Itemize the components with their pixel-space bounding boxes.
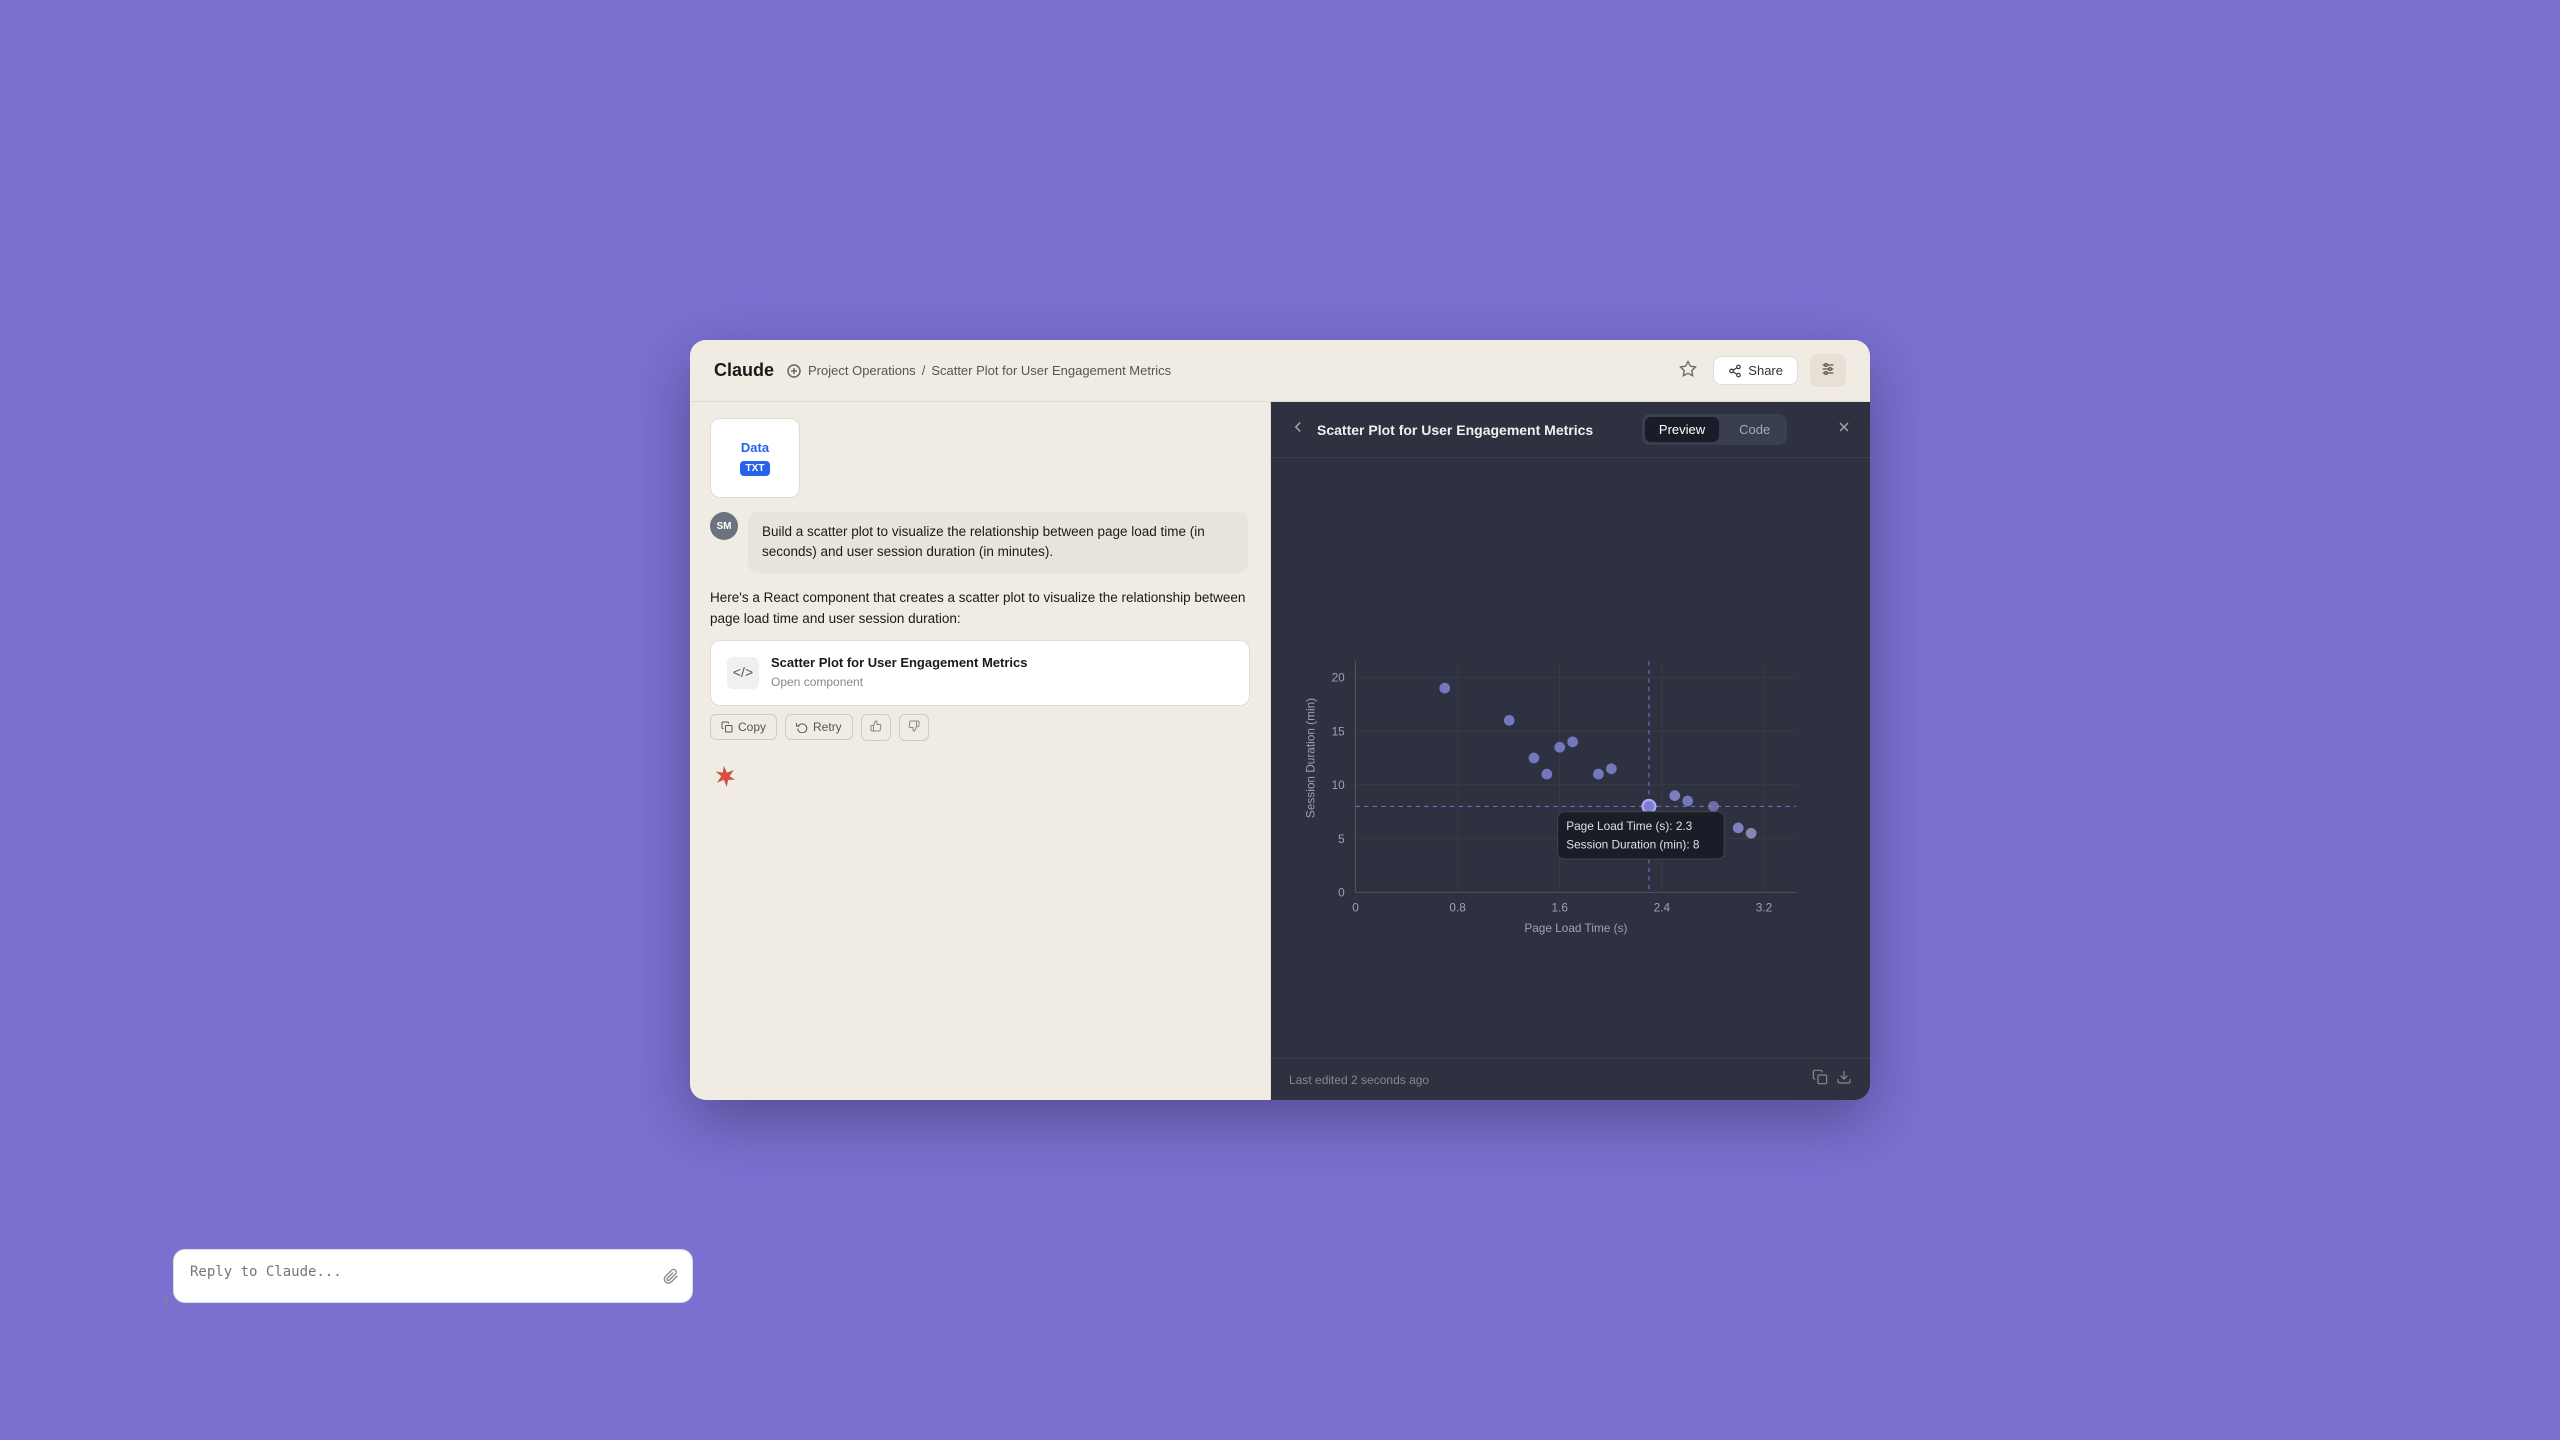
svg-text:2.4: 2.4 [1654, 901, 1671, 915]
assistant-response: Here's a React component that creates a … [710, 587, 1250, 741]
retry-label: Retry [813, 720, 842, 734]
copy-icon [721, 721, 733, 733]
preview-title-area: Scatter Plot for User Engagement Metrics [1289, 418, 1593, 441]
share-label: Share [1748, 363, 1783, 378]
settings-button[interactable] [1810, 354, 1846, 387]
main-window: Claude Project Operations / Scatter Plot… [690, 340, 1870, 1100]
close-preview-button[interactable] [1836, 419, 1852, 440]
svg-text:0: 0 [1338, 886, 1345, 900]
component-title: Scatter Plot for User Engagement Metrics [771, 653, 1233, 674]
component-card[interactable]: </> Scatter Plot for User Engagement Met… [710, 640, 1250, 706]
svg-text:15: 15 [1332, 724, 1346, 738]
thumbs-down-icon [908, 720, 920, 732]
txt-badge: TXT [740, 461, 771, 476]
chart-container: Session Duration (min) [1291, 478, 1850, 1038]
scatter-chart: Session Duration (min) [1291, 478, 1850, 1038]
duplicate-button[interactable] [1812, 1069, 1828, 1090]
breadcrumb-project: Project Operations [808, 363, 916, 378]
assistant-text: Here's a React component that creates a … [710, 587, 1250, 630]
duplicate-icon [1812, 1069, 1828, 1085]
preview-panel: Scatter Plot for User Engagement Metrics… [1270, 402, 1870, 1100]
breadcrumb-separator: / [922, 363, 926, 378]
share-button[interactable]: Share [1713, 356, 1798, 385]
download-icon [1836, 1069, 1852, 1085]
svg-text:20: 20 [1332, 671, 1346, 685]
component-subtitle: Open component [771, 673, 1233, 692]
svg-text:3.2: 3.2 [1756, 901, 1772, 915]
user-message: SM Build a scatter plot to visualize the… [710, 512, 1250, 573]
project-icon [786, 363, 802, 379]
svg-text:0: 0 [1352, 901, 1359, 915]
thumbs-up-button[interactable] [861, 714, 891, 741]
retry-icon [796, 721, 808, 733]
back-icon [1289, 418, 1307, 436]
retry-button[interactable]: Retry [785, 714, 853, 740]
header-left: Claude Project Operations / Scatter Plot… [714, 360, 1171, 381]
claude-logo-icon [710, 763, 738, 791]
tab-preview[interactable]: Preview [1645, 417, 1719, 442]
last-edited-text: Last edited 2 seconds ago [1289, 1073, 1429, 1087]
thumbs-up-icon [870, 720, 882, 732]
breadcrumb: Project Operations / Scatter Plot for Us… [786, 363, 1171, 379]
share-icon [1728, 364, 1742, 378]
component-icon: </> [727, 657, 759, 689]
content-area: Data TXT SM Build a scatter plot to visu… [690, 402, 1870, 1100]
data-file-label: Data [741, 440, 769, 455]
close-icon [1836, 419, 1852, 435]
preview-tabs: Preview Code [1642, 414, 1787, 445]
svg-text:5: 5 [1338, 832, 1345, 846]
preview-header: Scatter Plot for User Engagement Metrics… [1271, 402, 1870, 458]
app-logo: Claude [714, 360, 774, 381]
svg-text:Page Load Time (s): Page Load Time (s) [1524, 921, 1627, 935]
svg-text:Page Load Time (s): 2.3: Page Load Time (s): 2.3 [1566, 819, 1692, 833]
svg-text:10: 10 [1332, 778, 1346, 792]
app-header: Claude Project Operations / Scatter Plot… [690, 340, 1870, 402]
claude-thinking [710, 763, 1250, 796]
back-button[interactable] [1289, 418, 1307, 441]
action-bar: Copy Retry [710, 714, 1250, 741]
data-file-card[interactable]: Data TXT [710, 418, 800, 498]
chat-panel: Data TXT SM Build a scatter plot to visu… [690, 402, 1270, 1100]
preview-panel-title: Scatter Plot for User Engagement Metrics [1317, 422, 1593, 438]
chart-area: Session Duration (min) [1271, 458, 1870, 1058]
preview-footer: Last edited 2 seconds ago [1271, 1058, 1870, 1100]
tab-code[interactable]: Code [1725, 417, 1784, 442]
svg-text:Session Duration (min): 8: Session Duration (min): 8 [1566, 837, 1700, 851]
user-avatar: SM [710, 512, 738, 540]
copy-button[interactable]: Copy [710, 714, 777, 740]
user-bubble: Build a scatter plot to visualize the re… [748, 512, 1248, 573]
thumbs-down-button[interactable] [899, 714, 929, 741]
code-icon: </> [733, 661, 753, 683]
breadcrumb-page: Scatter Plot for User Engagement Metrics [931, 363, 1171, 378]
svg-text:0.8: 0.8 [1449, 901, 1466, 915]
component-info: Scatter Plot for User Engagement Metrics… [771, 653, 1233, 693]
star-icon [1679, 360, 1697, 378]
svg-text:1.6: 1.6 [1552, 901, 1569, 915]
footer-actions [1812, 1069, 1852, 1090]
download-button[interactable] [1836, 1069, 1852, 1090]
copy-label: Copy [738, 720, 766, 734]
svg-text:Session Duration (min): Session Duration (min) [1304, 698, 1318, 818]
header-right: Share [1675, 354, 1846, 387]
star-button[interactable] [1675, 356, 1701, 385]
settings-icon [1820, 361, 1836, 377]
